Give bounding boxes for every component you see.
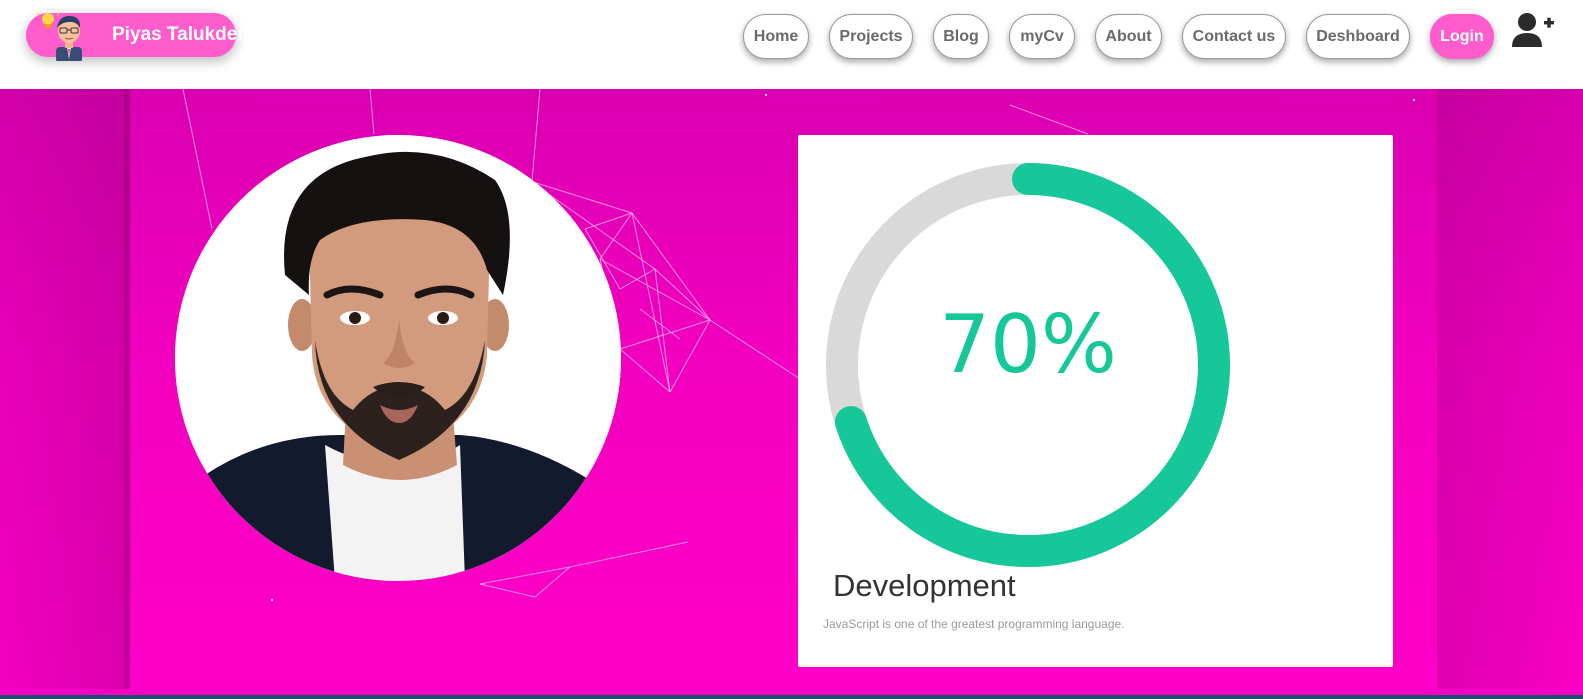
profile-portrait-image [175,135,621,581]
nav-contact[interactable]: Contact us [1182,14,1286,59]
navbar: Piyas Talukder Home Projects Blog myCv A… [0,0,1583,89]
progress-percent: 70% [939,298,1117,391]
hero-section: 70% Development JavaScript is one of the… [0,89,1583,699]
nav-projects[interactable]: Projects [829,14,913,59]
skill-title: Development [833,568,1016,603]
nav-dashboard[interactable]: Deshboard [1306,14,1410,59]
developer-avatar-icon [36,9,82,61]
nav-mycv[interactable]: myCv [1009,14,1075,59]
brand-name: Piyas Talukder [112,24,245,45]
user-plus-icon[interactable] [1511,12,1555,48]
left-edge-shade [0,89,130,689]
login-button[interactable]: Login [1430,14,1494,59]
hero-bottom-border [0,689,1583,699]
skill-card: 70% Development JavaScript is one of the… [798,135,1393,667]
skill-description: JavaScript is one of the greatest progra… [823,617,1125,631]
brand-home-link[interactable]: Piyas Talukder [26,9,245,61]
nav-blog[interactable]: Blog [933,14,989,59]
profile-photo [175,135,621,581]
right-edge-shade [1437,89,1583,689]
nav-home[interactable]: Home [743,14,809,59]
nav-about[interactable]: About [1095,14,1162,59]
